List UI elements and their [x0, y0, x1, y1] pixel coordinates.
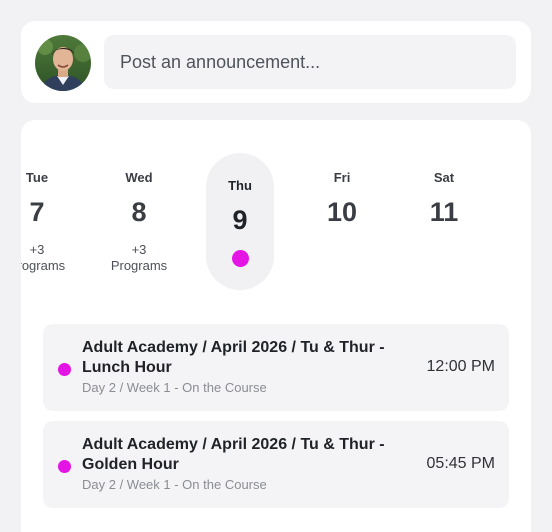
day-wed[interactable]: Wed 8 +3 Programs: [89, 120, 189, 280]
day-sat[interactable]: Sat 11: [394, 120, 494, 280]
day-thu-selected[interactable]: Thu 9: [206, 120, 274, 290]
schedule-card: Tue 7 +3 Programs Wed 8 +3 Programs Thu …: [21, 120, 531, 532]
day-name: Thu: [228, 178, 252, 193]
event-indicator-dot: [232, 250, 249, 267]
avatar[interactable]: [35, 35, 91, 91]
user-avatar-image: [35, 35, 91, 91]
programs-count: +3: [29, 242, 45, 257]
announcement-composer: [21, 21, 531, 103]
announcement-input[interactable]: [104, 35, 516, 89]
event-time: 05:45 PM: [426, 455, 495, 472]
day-number: 7: [29, 197, 45, 227]
day-programs: +3 Programs: [89, 242, 189, 274]
day-name: Fri: [333, 170, 351, 185]
event-card[interactable]: Adult Academy / April 2026 / Tu & Thur -…: [43, 421, 509, 508]
event-color-dot: [58, 460, 71, 473]
event-title: Adult Academy / April 2026 / Tu & Thur -…: [82, 436, 385, 473]
day-name: Wed: [125, 170, 153, 185]
day-number: 9: [232, 205, 248, 235]
day-fri[interactable]: Fri 10: [292, 120, 392, 280]
programs-count: +3: [131, 242, 147, 257]
programs-label: Programs: [110, 258, 168, 273]
day-programs: +3 Programs: [21, 242, 87, 274]
day-name: Tue: [25, 170, 49, 185]
day-number: 10: [326, 197, 358, 227]
event-color-dot: [58, 363, 71, 376]
event-card[interactable]: Adult Academy / April 2026 / Tu & Thur -…: [43, 324, 509, 411]
day-tue[interactable]: Tue 7 +3 Programs: [21, 120, 87, 280]
week-day-strip: Tue 7 +3 Programs Wed 8 +3 Programs Thu …: [21, 120, 531, 310]
day-name: Sat: [433, 170, 455, 185]
event-subtitle: Day 2 / Week 1 - On the Course: [82, 477, 267, 492]
event-time: 12:00 PM: [426, 358, 495, 375]
event-title: Adult Academy / April 2026 / Tu & Thur -…: [82, 339, 385, 376]
day-number: 11: [429, 197, 459, 227]
programs-label: Programs: [21, 258, 66, 273]
day-number: 8: [131, 197, 147, 227]
event-subtitle: Day 2 / Week 1 - On the Course: [82, 380, 267, 395]
